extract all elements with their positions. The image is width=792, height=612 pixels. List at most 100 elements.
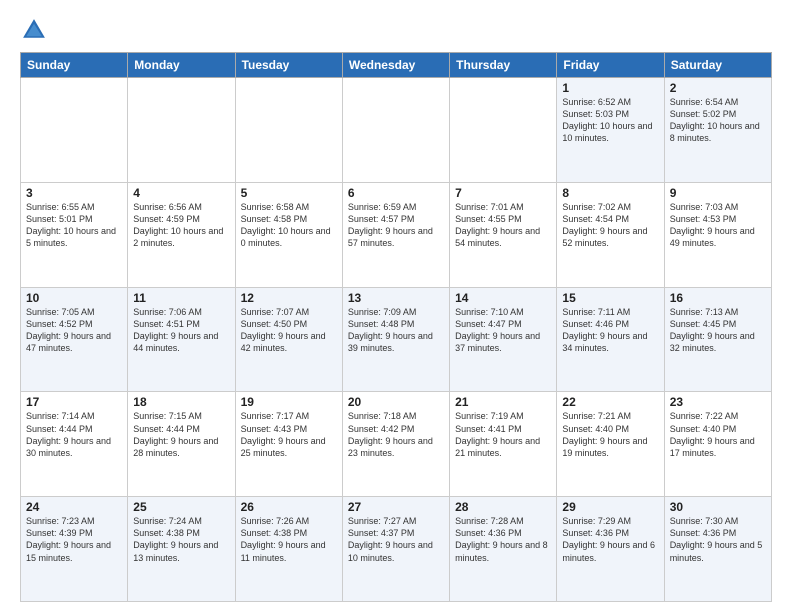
calendar-day-cell: 22Sunrise: 7:21 AM Sunset: 4:40 PM Dayli… xyxy=(557,392,664,497)
day-number: 10 xyxy=(26,291,122,305)
header xyxy=(20,16,772,44)
day-number: 3 xyxy=(26,186,122,200)
calendar-week-row: 1Sunrise: 6:52 AM Sunset: 5:03 PM Daylig… xyxy=(21,78,772,183)
day-of-week-header: Wednesday xyxy=(342,53,449,78)
day-number: 13 xyxy=(348,291,444,305)
calendar-week-row: 3Sunrise: 6:55 AM Sunset: 5:01 PM Daylig… xyxy=(21,182,772,287)
calendar-day-cell: 13Sunrise: 7:09 AM Sunset: 4:48 PM Dayli… xyxy=(342,287,449,392)
calendar-day-cell: 9Sunrise: 7:03 AM Sunset: 4:53 PM Daylig… xyxy=(664,182,771,287)
day-info: Sunrise: 7:01 AM Sunset: 4:55 PM Dayligh… xyxy=(455,201,551,250)
day-number: 5 xyxy=(241,186,337,200)
day-info: Sunrise: 6:55 AM Sunset: 5:01 PM Dayligh… xyxy=(26,201,122,250)
day-info: Sunrise: 7:29 AM Sunset: 4:36 PM Dayligh… xyxy=(562,515,658,564)
calendar-body: 1Sunrise: 6:52 AM Sunset: 5:03 PM Daylig… xyxy=(21,78,772,602)
calendar-day-cell: 17Sunrise: 7:14 AM Sunset: 4:44 PM Dayli… xyxy=(21,392,128,497)
day-info: Sunrise: 7:02 AM Sunset: 4:54 PM Dayligh… xyxy=(562,201,658,250)
day-info: Sunrise: 7:06 AM Sunset: 4:51 PM Dayligh… xyxy=(133,306,229,355)
day-number: 30 xyxy=(670,500,766,514)
day-info: Sunrise: 7:15 AM Sunset: 4:44 PM Dayligh… xyxy=(133,410,229,459)
day-info: Sunrise: 7:13 AM Sunset: 4:45 PM Dayligh… xyxy=(670,306,766,355)
day-number: 4 xyxy=(133,186,229,200)
logo xyxy=(20,16,50,44)
day-number: 22 xyxy=(562,395,658,409)
calendar-day-cell: 15Sunrise: 7:11 AM Sunset: 4:46 PM Dayli… xyxy=(557,287,664,392)
calendar-day-cell: 19Sunrise: 7:17 AM Sunset: 4:43 PM Dayli… xyxy=(235,392,342,497)
day-info: Sunrise: 6:54 AM Sunset: 5:02 PM Dayligh… xyxy=(670,96,766,145)
calendar-day-cell: 8Sunrise: 7:02 AM Sunset: 4:54 PM Daylig… xyxy=(557,182,664,287)
day-of-week-header: Monday xyxy=(128,53,235,78)
day-info: Sunrise: 7:18 AM Sunset: 4:42 PM Dayligh… xyxy=(348,410,444,459)
calendar-day-cell xyxy=(128,78,235,183)
calendar-day-cell: 26Sunrise: 7:26 AM Sunset: 4:38 PM Dayli… xyxy=(235,497,342,602)
day-number: 25 xyxy=(133,500,229,514)
day-of-week-header: Thursday xyxy=(450,53,557,78)
day-info: Sunrise: 7:17 AM Sunset: 4:43 PM Dayligh… xyxy=(241,410,337,459)
day-of-week-header: Sunday xyxy=(21,53,128,78)
calendar-day-cell: 28Sunrise: 7:28 AM Sunset: 4:36 PM Dayli… xyxy=(450,497,557,602)
calendar-table: SundayMondayTuesdayWednesdayThursdayFrid… xyxy=(20,52,772,602)
calendar-day-cell: 18Sunrise: 7:15 AM Sunset: 4:44 PM Dayli… xyxy=(128,392,235,497)
calendar-header: SundayMondayTuesdayWednesdayThursdayFrid… xyxy=(21,53,772,78)
day-info: Sunrise: 7:26 AM Sunset: 4:38 PM Dayligh… xyxy=(241,515,337,564)
day-of-week-header: Saturday xyxy=(664,53,771,78)
day-info: Sunrise: 7:30 AM Sunset: 4:36 PM Dayligh… xyxy=(670,515,766,564)
calendar-day-cell: 14Sunrise: 7:10 AM Sunset: 4:47 PM Dayli… xyxy=(450,287,557,392)
calendar-day-cell: 12Sunrise: 7:07 AM Sunset: 4:50 PM Dayli… xyxy=(235,287,342,392)
day-number: 19 xyxy=(241,395,337,409)
day-number: 11 xyxy=(133,291,229,305)
day-number: 17 xyxy=(26,395,122,409)
day-number: 9 xyxy=(670,186,766,200)
calendar-week-row: 17Sunrise: 7:14 AM Sunset: 4:44 PM Dayli… xyxy=(21,392,772,497)
day-number: 29 xyxy=(562,500,658,514)
day-of-week-header: Tuesday xyxy=(235,53,342,78)
day-number: 28 xyxy=(455,500,551,514)
calendar-day-cell: 3Sunrise: 6:55 AM Sunset: 5:01 PM Daylig… xyxy=(21,182,128,287)
day-info: Sunrise: 7:10 AM Sunset: 4:47 PM Dayligh… xyxy=(455,306,551,355)
day-number: 8 xyxy=(562,186,658,200)
day-number: 18 xyxy=(133,395,229,409)
day-number: 24 xyxy=(26,500,122,514)
calendar-day-cell xyxy=(235,78,342,183)
day-number: 21 xyxy=(455,395,551,409)
calendar-day-cell: 7Sunrise: 7:01 AM Sunset: 4:55 PM Daylig… xyxy=(450,182,557,287)
day-info: Sunrise: 7:09 AM Sunset: 4:48 PM Dayligh… xyxy=(348,306,444,355)
day-info: Sunrise: 7:23 AM Sunset: 4:39 PM Dayligh… xyxy=(26,515,122,564)
day-number: 1 xyxy=(562,81,658,95)
calendar-day-cell: 5Sunrise: 6:58 AM Sunset: 4:58 PM Daylig… xyxy=(235,182,342,287)
calendar-day-cell: 2Sunrise: 6:54 AM Sunset: 5:02 PM Daylig… xyxy=(664,78,771,183)
calendar-day-cell: 10Sunrise: 7:05 AM Sunset: 4:52 PM Dayli… xyxy=(21,287,128,392)
calendar-day-cell: 21Sunrise: 7:19 AM Sunset: 4:41 PM Dayli… xyxy=(450,392,557,497)
day-number: 26 xyxy=(241,500,337,514)
day-number: 2 xyxy=(670,81,766,95)
day-info: Sunrise: 6:52 AM Sunset: 5:03 PM Dayligh… xyxy=(562,96,658,145)
day-number: 20 xyxy=(348,395,444,409)
calendar-day-cell: 16Sunrise: 7:13 AM Sunset: 4:45 PM Dayli… xyxy=(664,287,771,392)
day-number: 12 xyxy=(241,291,337,305)
day-info: Sunrise: 7:03 AM Sunset: 4:53 PM Dayligh… xyxy=(670,201,766,250)
day-info: Sunrise: 7:19 AM Sunset: 4:41 PM Dayligh… xyxy=(455,410,551,459)
logo-icon xyxy=(20,16,48,44)
day-info: Sunrise: 7:11 AM Sunset: 4:46 PM Dayligh… xyxy=(562,306,658,355)
calendar-day-cell xyxy=(450,78,557,183)
day-number: 14 xyxy=(455,291,551,305)
calendar-day-cell xyxy=(342,78,449,183)
day-info: Sunrise: 6:59 AM Sunset: 4:57 PM Dayligh… xyxy=(348,201,444,250)
day-info: Sunrise: 7:24 AM Sunset: 4:38 PM Dayligh… xyxy=(133,515,229,564)
day-number: 7 xyxy=(455,186,551,200)
day-number: 27 xyxy=(348,500,444,514)
day-number: 16 xyxy=(670,291,766,305)
calendar-day-cell: 4Sunrise: 6:56 AM Sunset: 4:59 PM Daylig… xyxy=(128,182,235,287)
day-info: Sunrise: 7:05 AM Sunset: 4:52 PM Dayligh… xyxy=(26,306,122,355)
calendar-day-cell: 23Sunrise: 7:22 AM Sunset: 4:40 PM Dayli… xyxy=(664,392,771,497)
calendar-week-row: 24Sunrise: 7:23 AM Sunset: 4:39 PM Dayli… xyxy=(21,497,772,602)
calendar-day-cell: 11Sunrise: 7:06 AM Sunset: 4:51 PM Dayli… xyxy=(128,287,235,392)
calendar-day-cell: 29Sunrise: 7:29 AM Sunset: 4:36 PM Dayli… xyxy=(557,497,664,602)
calendar-day-cell: 27Sunrise: 7:27 AM Sunset: 4:37 PM Dayli… xyxy=(342,497,449,602)
calendar-day-cell: 30Sunrise: 7:30 AM Sunset: 4:36 PM Dayli… xyxy=(664,497,771,602)
day-number: 23 xyxy=(670,395,766,409)
day-info: Sunrise: 7:07 AM Sunset: 4:50 PM Dayligh… xyxy=(241,306,337,355)
calendar-day-cell xyxy=(21,78,128,183)
header-row: SundayMondayTuesdayWednesdayThursdayFrid… xyxy=(21,53,772,78)
day-info: Sunrise: 7:22 AM Sunset: 4:40 PM Dayligh… xyxy=(670,410,766,459)
day-info: Sunrise: 7:14 AM Sunset: 4:44 PM Dayligh… xyxy=(26,410,122,459)
